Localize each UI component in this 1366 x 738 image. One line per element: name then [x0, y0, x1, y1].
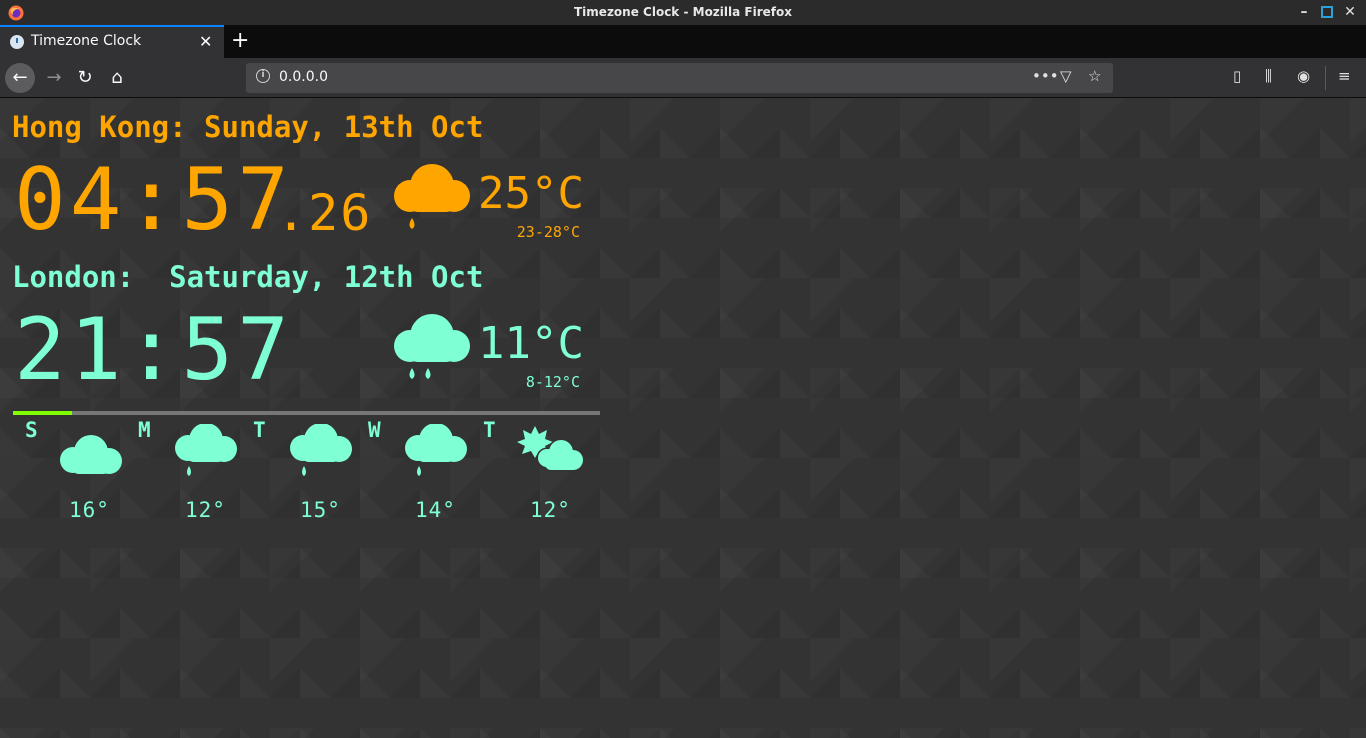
- window-title: Timezone Clock - Mozilla Firefox: [574, 5, 792, 19]
- forecast-day: W 14°: [368, 418, 486, 528]
- hong-kong-date-label: Hong Kong: Sunday, 13th Oct: [12, 110, 484, 144]
- new-tab-button[interactable]: +: [231, 28, 249, 53]
- forecast-day-letter: M: [138, 418, 151, 442]
- london-temperature: 11°C: [478, 318, 584, 369]
- forecast-light-rain-cloud-icon: [175, 424, 237, 476]
- tab-strip: Timezone Clock ✕ +: [0, 25, 1366, 58]
- forecast-day-letter: S: [25, 418, 38, 442]
- url-text[interactable]: 0.0.0.0: [279, 69, 328, 85]
- sidebar-icon[interactable]: ▯: [1233, 67, 1241, 85]
- forecast-light-rain-cloud-icon: [290, 424, 352, 476]
- forecast-temperature: 16°: [69, 498, 110, 522]
- tab-timezone-clock[interactable]: Timezone Clock ✕: [0, 25, 224, 58]
- toolbar-separator: [1325, 66, 1326, 90]
- library-icon[interactable]: ⫼: [1265, 67, 1272, 85]
- london-time: 21:57: [14, 300, 293, 400]
- forecast-day: S 16°: [13, 418, 128, 528]
- forecast-temperature: 15°: [300, 498, 341, 522]
- london-temp-range: 8-12°C: [525, 373, 580, 391]
- page-favicon-icon: [10, 35, 24, 49]
- forecast-temperature: 14°: [415, 498, 456, 522]
- forecast-light-rain-cloud-icon: [405, 424, 467, 476]
- bookmark-star-icon[interactable]: ☆: [1088, 67, 1101, 85]
- window-titlebar: Timezone Clock - Mozilla Firefox – ✕: [0, 0, 1366, 25]
- forecast-day-letter: W: [368, 418, 381, 442]
- page-content: Hong Kong: Sunday, 13th Oct 04:57 .26 25…: [0, 98, 1366, 738]
- page-actions-icon[interactable]: •••: [1032, 67, 1059, 85]
- hong-kong-seconds: .26: [276, 184, 373, 242]
- hong-kong-temperature: 25°C: [478, 168, 584, 219]
- tab-label: Timezone Clock: [31, 33, 142, 49]
- maximize-button[interactable]: [1319, 4, 1335, 20]
- navigation-bar: ← → ↻ ⌂ i 0.0.0.0 ••• ▽ ☆ ▯ ⫼ ◉ ≡: [0, 58, 1366, 98]
- day-progress-bar: [13, 411, 600, 415]
- forecast-cloud-icon: [60, 435, 122, 474]
- hong-kong-temp-range: 23-28°C: [516, 223, 580, 241]
- pocket-icon[interactable]: ▽: [1060, 67, 1072, 85]
- site-info-icon[interactable]: i: [256, 69, 270, 83]
- forecast-partly-sunny-icon: [517, 426, 585, 472]
- forecast-temperature: 12°: [530, 498, 571, 522]
- url-bar[interactable]: i 0.0.0.0 ••• ▽ ☆: [246, 63, 1113, 93]
- minimize-button[interactable]: –: [1296, 4, 1312, 20]
- forecast-day-letter: T: [483, 418, 496, 442]
- forecast-day: T 15°: [253, 418, 371, 528]
- hamburger-menu-icon[interactable]: ≡: [1338, 67, 1351, 85]
- forecast-day-letter: T: [253, 418, 266, 442]
- hong-kong-rain-cloud-icon: [394, 164, 470, 229]
- london-rain-cloud-icon: [394, 314, 470, 379]
- home-button[interactable]: ⌂: [103, 64, 131, 92]
- forecast-day: M 12°: [138, 418, 256, 528]
- close-window-button[interactable]: ✕: [1342, 4, 1358, 20]
- forward-button[interactable]: →: [40, 64, 68, 92]
- back-button[interactable]: ←: [5, 63, 35, 93]
- close-tab-button[interactable]: ✕: [199, 32, 212, 51]
- hong-kong-time: 04:57: [14, 150, 293, 250]
- forecast-day: T 12°: [483, 418, 601, 528]
- maximize-icon: [1321, 6, 1333, 18]
- london-date-label: London: Saturday, 12th Oct: [12, 260, 484, 294]
- forecast-temperature: 12°: [185, 498, 226, 522]
- day-progress-fill: [13, 411, 72, 415]
- account-icon[interactable]: ◉: [1297, 67, 1310, 85]
- reload-button[interactable]: ↻: [71, 64, 99, 92]
